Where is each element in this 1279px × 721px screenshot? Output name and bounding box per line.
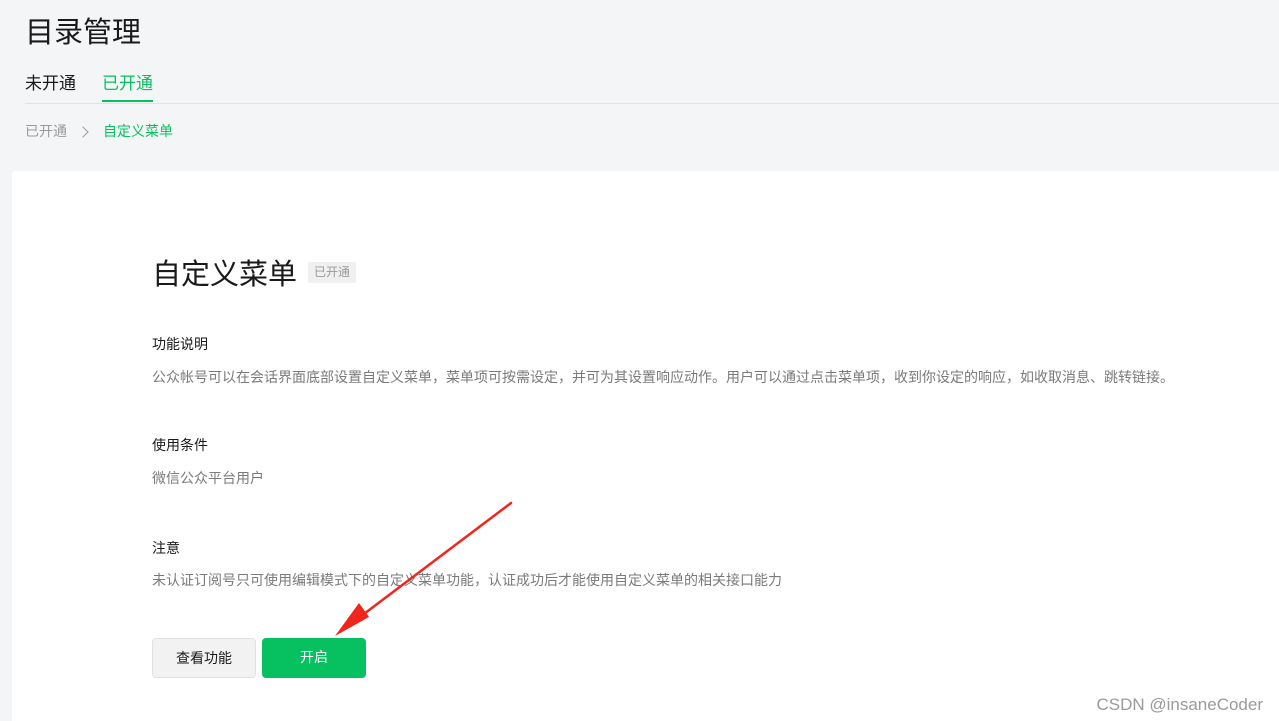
- breadcrumb-parent-link[interactable]: 已开通: [25, 122, 67, 142]
- breadcrumb-current: 自定义菜单: [103, 124, 173, 140]
- tab-enabled[interactable]: 已开通: [102, 72, 153, 102]
- breadcrumb: 已开通 自定义菜单: [25, 122, 173, 142]
- section-heading-notice: 注意: [152, 541, 180, 557]
- tab-divider: [25, 103, 1279, 104]
- section-text-conditions: 微信公众平台用户: [152, 471, 264, 487]
- enable-button[interactable]: 开启: [262, 638, 366, 678]
- section-heading-conditions: 使用条件: [152, 438, 208, 454]
- tab-bar: 未开通 已开通: [25, 72, 179, 102]
- status-badge: 已开通: [308, 262, 357, 283]
- feature-title: 自定义菜单: [152, 257, 298, 291]
- chevron-right-icon: [77, 126, 89, 138]
- page-title: 目录管理: [25, 15, 142, 49]
- view-feature-button[interactable]: 查看功能: [152, 638, 256, 678]
- section-text-notice: 未认证订阅号只可使用编辑模式下的自定义菜单功能，认证成功后才能使用自定义菜单的相…: [152, 573, 782, 589]
- tab-not-enabled[interactable]: 未开通: [25, 72, 76, 102]
- section-text-description: 公众帐号可以在会话界面底部设置自定义菜单，菜单项可按需设定，并可为其设置响应动作…: [152, 370, 1174, 386]
- section-heading-description: 功能说明: [152, 337, 208, 353]
- watermark: CSDN @insaneCoder: [1096, 695, 1263, 714]
